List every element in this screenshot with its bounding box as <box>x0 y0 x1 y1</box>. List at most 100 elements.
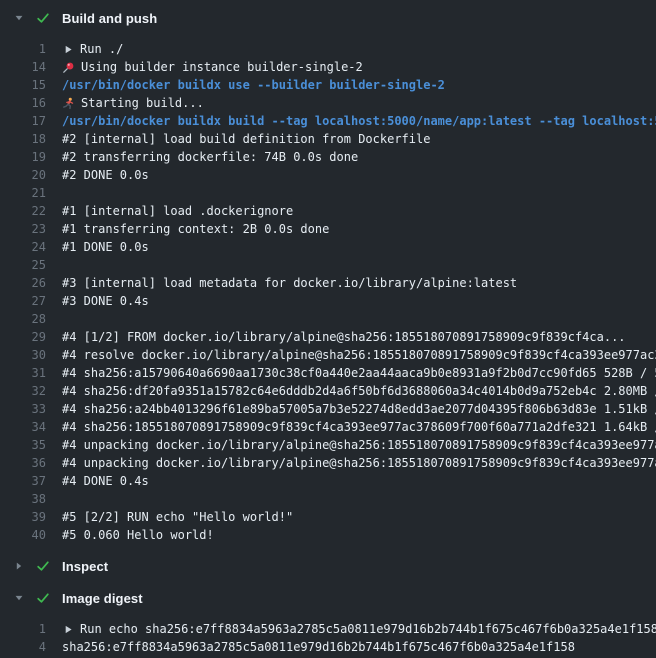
line-number[interactable]: 21 <box>0 184 46 202</box>
line-content: #2 DONE 0.0s <box>62 166 656 184</box>
line-text: #4 DONE 0.4s <box>62 472 149 490</box>
line-content: #5 0.060 Hello world! <box>62 526 656 544</box>
line-number[interactable]: 1 <box>0 620 46 638</box>
line-number[interactable]: 30 <box>0 346 46 364</box>
log-line: 34 #4 sha256:185518070891758909c9f839cf4c… <box>0 418 656 436</box>
line-number[interactable]: 18 <box>0 130 46 148</box>
line-content: #4 sha256:df20fa9351a15782c64e6dddb2d4a6… <box>62 382 656 400</box>
log-line: 28 <box>0 310 656 328</box>
line-text: #4 [1/2] FROM docker.io/library/alpine@s… <box>62 328 626 346</box>
section-header-build-and-push[interactable]: Build and push <box>0 8 656 28</box>
line-number[interactable]: 26 <box>0 274 46 292</box>
line-text: #2 [internal] load build definition from… <box>62 130 430 148</box>
line-text: #4 sha256:185518070891758909c9f839cf4ca3… <box>62 418 656 436</box>
log-line: 29 #4 [1/2] FROM docker.io/library/alpine… <box>0 328 656 346</box>
log-line: 39 #5 [2/2] RUN echo "Hello world!" <box>0 508 656 526</box>
line-number[interactable]: 37 <box>0 472 46 490</box>
log-line: 19 #2 transferring dockerfile: 74B 0.0s d… <box>0 148 656 166</box>
log-line: 37 #4 DONE 0.4s <box>0 472 656 490</box>
line-text: Run echo sha256:e7ff8834a5963a2785c5a081… <box>80 620 656 638</box>
line-content: /usr/bin/docker buildx use --builder bui… <box>62 76 656 94</box>
line-content: #1 transferring context: 2B 0.0s done <box>62 220 656 238</box>
chevron-right-icon <box>14 561 24 571</box>
log-block-image-digest: 1 Run echo sha256:e7ff8834a5963a2785c5a08… <box>0 620 656 656</box>
line-content: #4 resolve docker.io/library/alpine@sha2… <box>62 346 656 364</box>
log-line: 22 #1 [internal] load .dockerignore <box>0 202 656 220</box>
line-number[interactable]: 34 <box>0 418 46 436</box>
line-text: Run ./ <box>80 40 123 58</box>
line-number[interactable]: 32 <box>0 382 46 400</box>
line-text: #1 [internal] load .dockerignore <box>62 202 293 220</box>
log-line: 30 #4 resolve docker.io/library/alpine@sh… <box>0 346 656 364</box>
line-number[interactable]: 23 <box>0 220 46 238</box>
line-content: #4 DONE 0.4s <box>62 472 656 490</box>
log-line: 33 #4 sha256:a24bb4013296f61e89ba57005a7b… <box>0 400 656 418</box>
line-number[interactable]: 33 <box>0 400 46 418</box>
line-content: #1 DONE 0.0s <box>62 238 656 256</box>
line-number[interactable]: 36 <box>0 454 46 472</box>
line-number[interactable]: 19 <box>0 148 46 166</box>
line-number[interactable]: 25 <box>0 256 46 274</box>
section-title: Build and push <box>62 11 157 26</box>
line-number[interactable]: 31 <box>0 364 46 382</box>
log-block-build-and-push: 1 Run ./14Using builder instance builder-… <box>0 40 656 544</box>
line-content: sha256:e7ff8834a5963a2785c5a0811e979d16b… <box>62 638 656 656</box>
line-number[interactable]: 1 <box>0 40 46 58</box>
log-line: 18 #2 [internal] load build definition fr… <box>0 130 656 148</box>
log-line: 16 Starting build... <box>0 94 656 112</box>
pushpin-icon <box>62 61 75 74</box>
line-number[interactable]: 28 <box>0 310 46 328</box>
line-number[interactable]: 38 <box>0 490 46 508</box>
log-line: 25 <box>0 256 656 274</box>
line-content: #4 unpacking docker.io/library/alpine@sh… <box>62 436 656 454</box>
log-line: 36 #4 unpacking docker.io/library/alpine@… <box>0 454 656 472</box>
log-line-run[interactable]: 1 Run ./ <box>0 40 656 58</box>
section-header-image-digest[interactable]: Image digest <box>0 588 656 608</box>
line-number[interactable]: 35 <box>0 436 46 454</box>
line-text: #1 DONE 0.0s <box>62 238 149 256</box>
success-check-icon <box>36 591 50 605</box>
line-text: /usr/bin/docker buildx use --builder bui… <box>62 76 445 94</box>
line-text: #4 resolve docker.io/library/alpine@sha2… <box>62 346 656 364</box>
log-line: 40 #5 0.060 Hello world! <box>0 526 656 544</box>
log-line: 14Using builder instance builder-single-… <box>0 58 656 76</box>
line-content: Starting build... <box>62 94 656 112</box>
section-header-inspect[interactable]: Inspect <box>0 556 656 576</box>
line-number[interactable]: 15 <box>0 76 46 94</box>
log-line-run[interactable]: 1 Run echo sha256:e7ff8834a5963a2785c5a08… <box>0 620 656 638</box>
line-text: #4 unpacking docker.io/library/alpine@sh… <box>62 454 656 472</box>
line-text: #4 sha256:df20fa9351a15782c64e6dddb2d4a6… <box>62 382 656 400</box>
line-number[interactable]: 29 <box>0 328 46 346</box>
line-number[interactable]: 20 <box>0 166 46 184</box>
expand-play-icon <box>64 45 73 54</box>
line-text: #3 [internal] load metadata for docker.i… <box>62 274 517 292</box>
line-content: #2 transferring dockerfile: 74B 0.0s don… <box>62 148 656 166</box>
line-number[interactable]: 40 <box>0 526 46 544</box>
line-text: #2 transferring dockerfile: 74B 0.0s don… <box>62 148 358 166</box>
log-line: 21 <box>0 184 656 202</box>
line-text: Starting build... <box>81 94 204 112</box>
log-line: 4 sha256:e7ff8834a5963a2785c5a0811e979d16… <box>0 638 656 656</box>
line-number[interactable]: 17 <box>0 112 46 130</box>
log-line: 26 #3 [internal] load metadata for docker… <box>0 274 656 292</box>
line-text: #5 [2/2] RUN echo "Hello world!" <box>62 508 293 526</box>
line-content <box>62 490 656 508</box>
line-content: #4 sha256:a24bb4013296f61e89ba57005a7b3e… <box>62 400 656 418</box>
line-number[interactable]: 24 <box>0 238 46 256</box>
line-content <box>62 184 656 202</box>
line-content: #4 unpacking docker.io/library/alpine@sh… <box>62 454 656 472</box>
line-number[interactable]: 14 <box>0 58 46 76</box>
chevron-down-icon <box>14 13 24 23</box>
line-number[interactable]: 22 <box>0 202 46 220</box>
line-number[interactable]: 4 <box>0 638 46 656</box>
line-number[interactable]: 39 <box>0 508 46 526</box>
section-title: Image digest <box>62 591 143 606</box>
line-number[interactable]: 16 <box>0 94 46 112</box>
section-image-digest: Image digest 1 Run echo sha256:e7ff8834a59… <box>0 588 656 656</box>
line-content: Run echo sha256:e7ff8834a5963a2785c5a081… <box>62 620 656 638</box>
line-text: #3 DONE 0.4s <box>62 292 149 310</box>
line-text: #4 unpacking docker.io/library/alpine@sh… <box>62 436 656 454</box>
line-number[interactable]: 27 <box>0 292 46 310</box>
log-line: 17/usr/bin/docker buildx build --tag loc… <box>0 112 656 130</box>
line-content <box>62 310 656 328</box>
